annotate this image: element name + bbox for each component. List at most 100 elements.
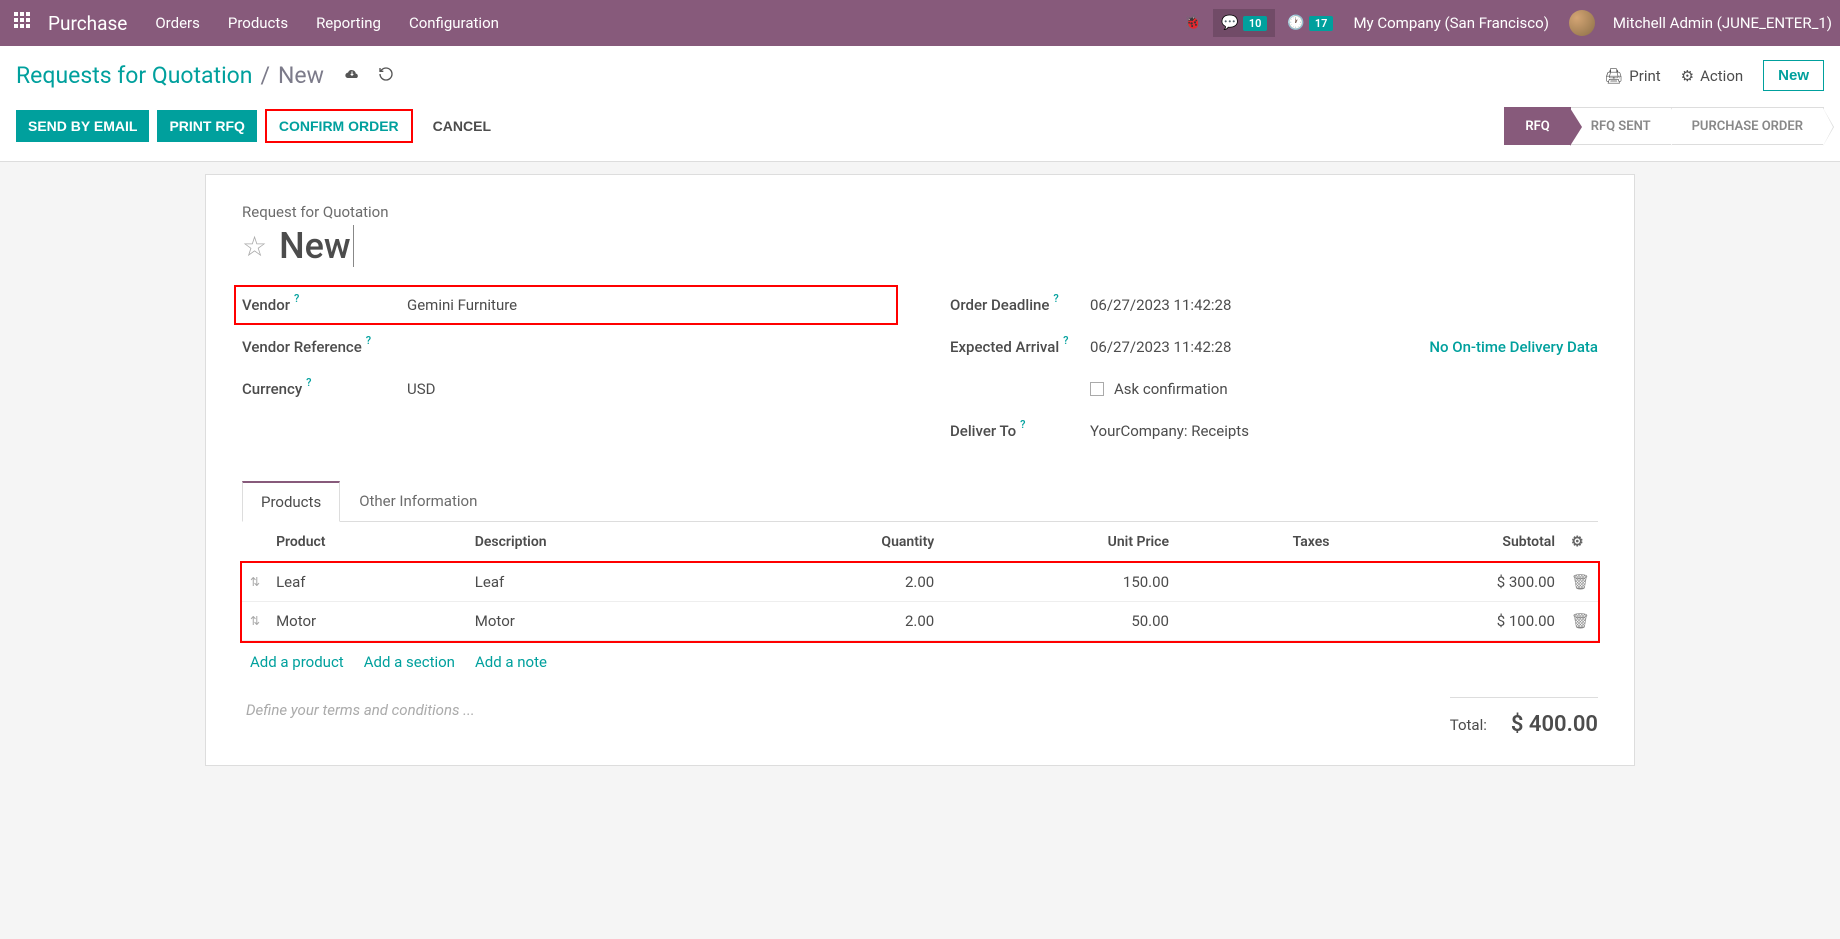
status-rfq[interactable]: RFQ xyxy=(1504,107,1570,145)
columns-settings-icon[interactable]: ⚙ xyxy=(1571,534,1584,550)
cell-taxes[interactable] xyxy=(1177,602,1337,641)
status-bar: RFQ RFQ SENT PURCHASE ORDER xyxy=(1504,107,1824,145)
help-icon[interactable]: ? xyxy=(366,334,371,347)
vendor-label: Vendor xyxy=(242,296,290,314)
currency-field[interactable]: USD xyxy=(407,380,890,398)
col-quantity: Quantity xyxy=(733,522,942,563)
deadline-label: Order Deadline xyxy=(950,296,1049,314)
rfq-name[interactable]: New xyxy=(279,225,354,267)
col-taxes: Taxes xyxy=(1177,522,1337,563)
print-rfq-button[interactable]: PRINT RFQ xyxy=(157,110,256,142)
header-actions: 🖨 Print ⚙ Action New xyxy=(1604,60,1824,91)
button-row: SEND BY EMAIL PRINT RFQ CONFIRM ORDER CA… xyxy=(0,91,1840,162)
vendor-field[interactable]: Gemini Furniture xyxy=(407,296,890,314)
deadline-field[interactable]: 06/27/2023 11:42:28 xyxy=(1090,296,1598,314)
col-subtotal: Subtotal xyxy=(1337,522,1563,563)
arrival-label: Expected Arrival xyxy=(950,338,1059,356)
bug-icon[interactable]: 🐞 xyxy=(1184,15,1201,31)
discard-icon[interactable] xyxy=(378,66,394,86)
cell-quantity[interactable]: 2.00 xyxy=(733,563,942,602)
ask-confirmation-checkbox[interactable] xyxy=(1090,382,1104,396)
total-value: $ 400.00 xyxy=(1511,712,1598,737)
clock-icon: 🕐 xyxy=(1287,15,1304,31)
cell-description[interactable]: Leaf xyxy=(467,563,734,602)
help-icon[interactable]: ? xyxy=(1063,334,1068,347)
cell-subtotal: $ 100.00 xyxy=(1337,602,1563,641)
gear-icon: ⚙ xyxy=(1681,67,1694,85)
tab-other-information[interactable]: Other Information xyxy=(340,481,496,521)
nav-right: 🐞 💬 10 🕐 17 My Company (San Francisco) M… xyxy=(1184,9,1832,37)
nav-reporting[interactable]: Reporting xyxy=(316,14,381,32)
breadcrumb: Requests for Quotation / New xyxy=(16,62,394,89)
help-icon[interactable]: ? xyxy=(306,376,311,389)
deliver-to-label: Deliver To xyxy=(950,422,1016,440)
messages-button[interactable]: 💬 10 xyxy=(1213,9,1275,37)
messages-count: 10 xyxy=(1243,16,1268,31)
header-bar: Requests for Quotation / New 🖨 Print ⚙ A… xyxy=(0,46,1840,91)
cell-taxes[interactable] xyxy=(1177,563,1337,602)
cell-subtotal: $ 300.00 xyxy=(1337,563,1563,602)
cancel-button[interactable]: CANCEL xyxy=(421,110,503,142)
new-button[interactable]: New xyxy=(1763,60,1824,91)
form-sheet: Request for Quotation ☆ New Vendor? Gemi… xyxy=(205,174,1635,766)
drag-handle-icon[interactable]: ⇅ xyxy=(242,563,268,602)
activities-button[interactable]: 🕐 17 xyxy=(1287,15,1333,31)
cell-product[interactable]: Leaf xyxy=(268,563,467,602)
breadcrumb-sep: / xyxy=(261,62,271,89)
nav-configuration[interactable]: Configuration xyxy=(409,14,499,32)
breadcrumb-root[interactable]: Requests for Quotation xyxy=(16,62,253,89)
ask-confirmation-label: Ask confirmation xyxy=(1114,380,1228,398)
deliver-to-field[interactable]: YourCompany: Receipts xyxy=(1090,422,1598,440)
delete-row-icon[interactable]: 🗑 xyxy=(1563,563,1598,602)
send-email-button[interactable]: SEND BY EMAIL xyxy=(16,110,149,142)
confirm-order-button[interactable]: CONFIRM ORDER xyxy=(265,109,413,143)
cell-price[interactable]: 150.00 xyxy=(942,563,1177,602)
app-name[interactable]: Purchase xyxy=(48,12,127,35)
help-icon[interactable]: ? xyxy=(1020,418,1025,431)
terms-field[interactable]: Define your terms and conditions ... xyxy=(242,683,479,737)
avatar[interactable] xyxy=(1569,10,1595,36)
status-rfq-sent[interactable]: RFQ SENT xyxy=(1571,107,1672,145)
total-label: Total: xyxy=(1450,716,1487,734)
col-description: Description xyxy=(467,522,734,563)
activities-count: 17 xyxy=(1309,16,1334,31)
cloud-save-icon[interactable] xyxy=(344,66,360,86)
top-nav: Purchase Orders Products Reporting Confi… xyxy=(0,0,1840,46)
currency-label: Currency xyxy=(242,380,302,398)
cell-description[interactable]: Motor xyxy=(467,602,734,641)
company-selector[interactable]: My Company (San Francisco) xyxy=(1353,14,1548,32)
drag-handle-icon[interactable]: ⇅ xyxy=(242,602,268,641)
col-product: Product xyxy=(268,522,467,563)
col-unit-price: Unit Price xyxy=(942,522,1177,563)
table-row[interactable]: ⇅ Leaf Leaf 2.00 150.00 $ 300.00 🗑 xyxy=(242,563,1598,602)
help-icon[interactable]: ? xyxy=(1053,292,1058,305)
print-icon: 🖨 xyxy=(1604,67,1623,85)
add-product-link[interactable]: Add a product xyxy=(250,653,344,671)
chat-icon: 💬 xyxy=(1221,15,1238,31)
vendor-ref-label: Vendor Reference xyxy=(242,338,362,356)
order-lines-table: Product Description Quantity Unit Price … xyxy=(242,522,1598,641)
delivery-data-link[interactable]: No On-time Delivery Data xyxy=(1429,338,1598,356)
apps-icon[interactable] xyxy=(14,12,36,34)
cell-price[interactable]: 50.00 xyxy=(942,602,1177,641)
cell-quantity[interactable]: 2.00 xyxy=(733,602,942,641)
tabs: Products Other Information xyxy=(242,481,1598,522)
action-button[interactable]: ⚙ Action xyxy=(1681,67,1743,85)
nav-products[interactable]: Products xyxy=(228,14,288,32)
status-purchase-order[interactable]: PURCHASE ORDER xyxy=(1672,107,1824,145)
username[interactable]: Mitchell Admin (JUNE_ENTER_1) xyxy=(1613,14,1832,32)
form-subtitle: Request for Quotation xyxy=(242,203,1598,221)
tab-products[interactable]: Products xyxy=(242,481,340,522)
print-button[interactable]: 🖨 Print xyxy=(1604,67,1660,85)
nav-menu: Orders Products Reporting Configuration xyxy=(155,14,1184,32)
table-row[interactable]: ⇅ Motor Motor 2.00 50.00 $ 100.00 🗑 xyxy=(242,602,1598,641)
add-section-link[interactable]: Add a section xyxy=(364,653,455,671)
arrival-field[interactable]: 06/27/2023 11:42:28 xyxy=(1090,338,1231,356)
nav-orders[interactable]: Orders xyxy=(155,14,200,32)
help-icon[interactable]: ? xyxy=(294,292,299,305)
delete-row-icon[interactable]: 🗑 xyxy=(1563,602,1598,641)
star-icon[interactable]: ☆ xyxy=(242,230,267,263)
cell-product[interactable]: Motor xyxy=(268,602,467,641)
add-note-link[interactable]: Add a note xyxy=(475,653,547,671)
breadcrumb-current: New xyxy=(278,62,324,89)
